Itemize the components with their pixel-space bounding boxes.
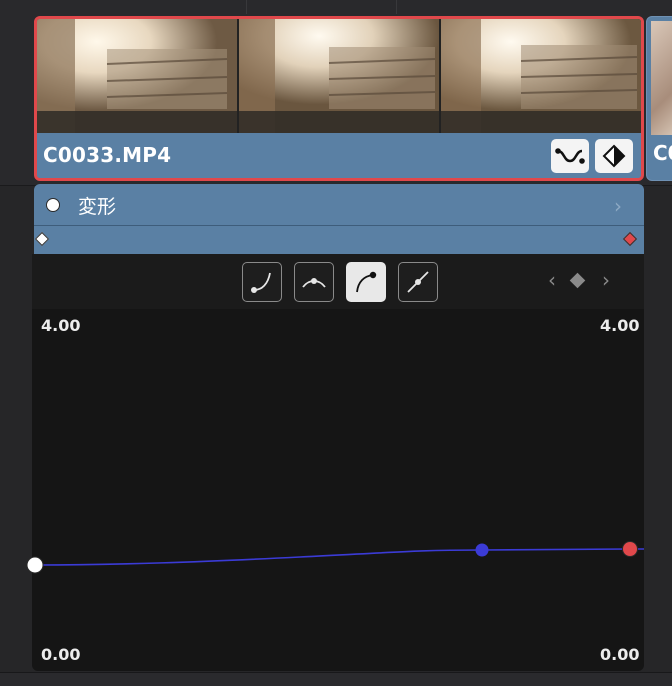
diamond-icon[interactable] xyxy=(569,272,586,289)
timeline-grid-line xyxy=(246,0,247,14)
curve-editor-panel[interactable]: ‹ › xyxy=(32,254,644,671)
curve-editor-icon xyxy=(555,148,585,164)
clip-thumbnail xyxy=(441,19,641,133)
video-clip[interactable]: C0033.MP4 xyxy=(34,16,644,181)
timeline-root: C0033.MP4 C0 変形 › xyxy=(0,0,672,686)
ease-in-curve-icon xyxy=(251,272,271,293)
clip-thumbnail xyxy=(239,19,441,133)
clip-thumbnail xyxy=(651,21,672,135)
keyframe-nav: ‹ › xyxy=(548,268,610,294)
track-enable-dot[interactable] xyxy=(46,198,60,212)
keyframe-track-label: 変形 xyxy=(78,196,117,218)
keyframe-icon xyxy=(602,144,626,168)
top-right-value: 4.00 xyxy=(600,316,640,335)
bottom-right-value: 0.00 xyxy=(600,645,640,664)
keyframe-row[interactable] xyxy=(34,225,644,254)
ease-out-button[interactable] xyxy=(346,262,386,302)
ease-out-curve-icon xyxy=(356,271,377,293)
ease-peak-curve-icon xyxy=(302,278,326,288)
end-point[interactable] xyxy=(622,541,638,557)
clip-thumbnail xyxy=(37,19,239,133)
clip-name: C0033.MP4 xyxy=(43,143,172,167)
timeline-bottom-bar xyxy=(0,672,672,686)
linear-curve-icon xyxy=(407,271,429,293)
curve-toolbar: ‹ › xyxy=(32,254,644,309)
curve-editor-button[interactable] xyxy=(551,139,589,173)
linear-button[interactable] xyxy=(398,262,438,302)
bottom-left-value: 0.00 xyxy=(41,645,81,664)
ease-peak-button[interactable] xyxy=(294,262,334,302)
keyframe-button[interactable] xyxy=(595,139,633,173)
clip-thumbnails xyxy=(37,19,641,133)
chevron-right-icon[interactable]: › xyxy=(602,268,610,292)
clip-footer: C0033.MP4 xyxy=(37,133,641,178)
mid-point[interactable] xyxy=(475,543,489,557)
next-video-clip[interactable]: C0 xyxy=(646,16,672,181)
end-keyframe[interactable] xyxy=(622,231,638,247)
next-clip-name: C0 xyxy=(653,141,672,165)
start-point[interactable] xyxy=(26,556,44,574)
top-left-value: 4.00 xyxy=(41,316,81,335)
track-header-gap xyxy=(0,186,32,672)
timeline-grid-line xyxy=(396,0,397,14)
chevron-right-icon[interactable]: › xyxy=(614,194,622,218)
keyframe-track-header[interactable]: 変形 › xyxy=(34,184,644,225)
start-keyframe[interactable] xyxy=(34,231,50,247)
ease-in-button[interactable] xyxy=(242,262,282,302)
chevron-left-icon[interactable]: ‹ xyxy=(548,268,556,292)
